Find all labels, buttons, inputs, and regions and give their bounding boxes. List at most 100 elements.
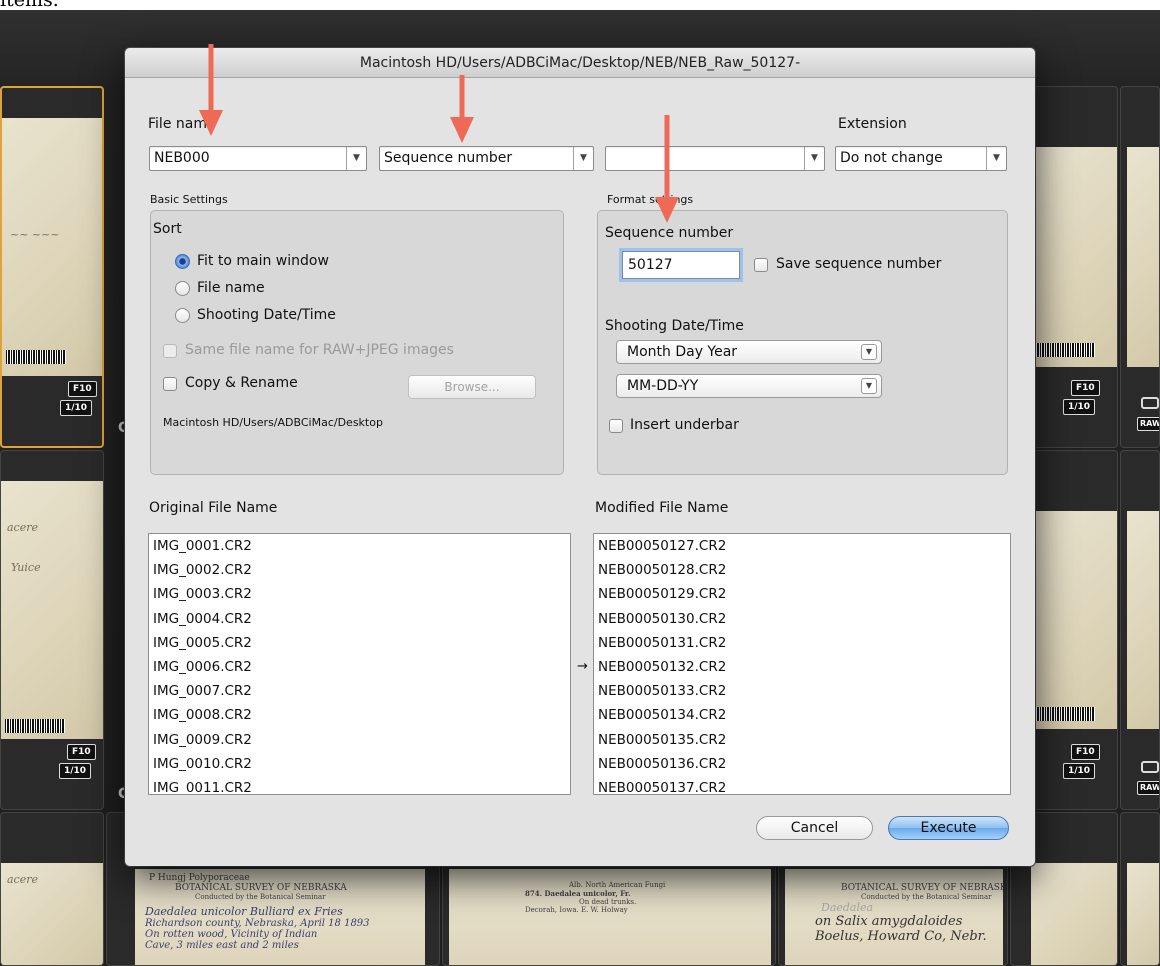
top-strip-text: items.	[0, 0, 59, 10]
insert-underbar-label: Insert underbar	[630, 417, 739, 433]
label-handwriting: On rotten wood, Vicinity of Indian	[145, 929, 318, 940]
thumbnail-image: acere Yuice	[1, 481, 103, 739]
thumbnail-cell[interactable]	[1120, 812, 1160, 966]
sort-radio-file-name[interactable]	[175, 281, 190, 296]
thumbnail-image: BOTANICAL SURVEY OF NEBRASKA Conducted b…	[785, 869, 1003, 965]
list-item[interactable]: IMG_0006.CR2	[149, 655, 570, 679]
combo-value: Do not change	[840, 150, 943, 166]
thumbnail-image	[1127, 511, 1159, 729]
list-item[interactable]: IMG_0001.CR2	[149, 534, 570, 558]
list-item[interactable]: IMG_0007.CR2	[149, 679, 570, 703]
basic-settings-group: Sort Fit to main window File name Shooti…	[150, 210, 564, 475]
modified-file-name-header: Modified File Name	[595, 500, 729, 516]
shooting-date-label: Shooting Date/Time	[605, 318, 744, 334]
list-item[interactable]: IMG_0010.CR2	[149, 752, 570, 776]
thumbnail-image: acere	[1, 863, 103, 965]
format-tag: F10	[1071, 380, 1100, 396]
extension-combo[interactable]: Do not change ▼	[835, 146, 1007, 171]
camera-icon	[1141, 397, 1159, 409]
extension-label: Extension	[838, 116, 907, 132]
label-handwriting: Cave, 3 miles east and 2 miles	[145, 940, 299, 951]
dropdown-arrow-icon[interactable]: ▼	[804, 147, 824, 170]
thumbnail-image: Alb. North American Fungi 874. Daedalea …	[449, 869, 771, 965]
list-item[interactable]: NEB00050136.CR2	[594, 752, 1010, 776]
file-name-prefix-combo[interactable]: NEB000 ▼	[149, 146, 367, 171]
label-handwriting: Boelus, Howard Co, Nebr.	[815, 929, 987, 944]
dropdown-arrow-icon[interactable]: ▼	[986, 147, 1006, 170]
label-line: BOTANICAL SURVEY OF NEBRASKA	[841, 883, 1003, 893]
list-item[interactable]: NEB00050127.CR2	[594, 534, 1010, 558]
format-settings-label: Format settings	[607, 193, 694, 206]
file-name-suffix-combo[interactable]: ▼	[605, 146, 825, 171]
thumbnail-image	[1031, 511, 1117, 729]
raw-tag: RAW	[1137, 781, 1159, 795]
dialog-title: Macintosh HD/Users/ADBCiMac/Desktop/NEB/…	[125, 48, 1035, 78]
shutter-tag: 1/10	[1063, 763, 1096, 779]
list-item[interactable]: IMG_0002.CR2	[149, 558, 570, 582]
barcode	[5, 719, 65, 733]
shutter-tag: 1/10	[1063, 399, 1096, 415]
list-item[interactable]: NEB00050135.CR2	[594, 728, 1010, 752]
format-tag: F10	[68, 381, 97, 397]
list-item[interactable]: IMG_0009.CR2	[149, 728, 570, 752]
date-order-popup[interactable]: Month Day Year ▼	[616, 340, 882, 364]
list-item[interactable]: NEB00050129.CR2	[594, 582, 1010, 606]
thumbnail-cell[interactable]: acere	[0, 812, 104, 966]
list-item[interactable]: NEB00050128.CR2	[594, 558, 1010, 582]
list-item[interactable]: IMG_0005.CR2	[149, 631, 570, 655]
modified-file-list[interactable]: NEB00050127.CR2 NEB00050128.CR2 NEB00050…	[593, 533, 1011, 795]
thumbnail-cell[interactable]: ~~ ~~~ F10 1/10	[0, 86, 104, 448]
sequence-number-input[interactable]: 50127	[622, 251, 740, 279]
list-item[interactable]: NEB00050131.CR2	[594, 631, 1010, 655]
thumbnail-cell[interactable]: acere Yuice F10 1/10	[0, 450, 104, 810]
file-name-sequence-combo[interactable]: Sequence number ▼	[379, 146, 594, 171]
label-line: P Hungj Polyporaceae	[149, 873, 250, 883]
thumbnail-image	[1031, 863, 1117, 965]
list-item[interactable]: IMG_0008.CR2	[149, 703, 570, 727]
format-settings-group: Sequence number 50127 Save sequence numb…	[597, 210, 1008, 475]
original-file-name-header: Original File Name	[149, 500, 278, 516]
list-item[interactable]: NEB00050130.CR2	[594, 607, 1010, 631]
execute-button[interactable]: Execute	[888, 816, 1009, 840]
label-handwriting: on Salix amygdaloides	[815, 914, 963, 929]
popup-arrow-icon: ▼	[861, 378, 877, 394]
barcode	[1035, 343, 1095, 357]
list-item[interactable]: NEB00050133.CR2	[594, 679, 1010, 703]
insert-underbar-checkbox[interactable]	[609, 419, 623, 433]
shutter-tag: 1/10	[60, 400, 93, 416]
label-handwriting: Daedalea unicolor Bulliard ex Fries	[145, 905, 343, 918]
combo-value: NEB000	[154, 150, 210, 166]
browse-button[interactable]: Browse...	[408, 375, 536, 399]
list-item[interactable]: IMG_0004.CR2	[149, 607, 570, 631]
original-file-list[interactable]: IMG_0001.CR2 IMG_0002.CR2 IMG_0003.CR2 I…	[148, 533, 571, 795]
thumbnail-image	[1031, 147, 1117, 367]
same-file-name-checkbox[interactable]	[163, 344, 177, 358]
thumbnail-handwriting: Yuice	[11, 561, 41, 574]
label-line: On dead trunks.	[579, 898, 637, 906]
dropdown-arrow-icon[interactable]: ▼	[573, 147, 593, 170]
list-item[interactable]: NEB00050132.CR2	[594, 655, 1010, 679]
list-item[interactable]: IMG_0003.CR2	[149, 582, 570, 606]
list-item[interactable]: NEB00050134.CR2	[594, 703, 1010, 727]
date-format-popup[interactable]: MM-DD-YY ▼	[616, 374, 882, 398]
sort-radio-fit-window[interactable]	[175, 254, 190, 269]
thumbnail-cell[interactable]: RAW	[1120, 86, 1160, 448]
thumbnail-image	[1127, 863, 1159, 965]
list-item[interactable]: IMG_0011.CR2	[149, 776, 570, 794]
save-sequence-checkbox[interactable]	[754, 258, 768, 272]
copy-rename-checkbox[interactable]	[163, 377, 177, 391]
label-line: Decorah, Iowa. E. W. Holway	[525, 906, 628, 914]
rename-dialog: Macintosh HD/Users/ADBCiMac/Desktop/NEB/…	[125, 48, 1035, 866]
format-tag: F10	[1071, 744, 1100, 760]
sort-radio-shooting-date[interactable]	[175, 308, 190, 323]
top-text-strip: items.	[0, 0, 1160, 10]
dropdown-arrow-icon[interactable]: ▼	[346, 147, 366, 170]
save-sequence-label: Save sequence number	[776, 256, 942, 272]
list-item[interactable]: NEB00050137.CR2	[594, 776, 1010, 794]
thumbnail-cell[interactable]: RAW	[1120, 450, 1160, 810]
thumbnail-image: P Hungj Polyporaceae BOTANICAL SURVEY OF…	[135, 869, 425, 965]
label-handwriting: Daedalea	[821, 901, 874, 914]
format-tag: F10	[67, 744, 96, 760]
basic-settings-label: Basic Settings	[150, 193, 228, 206]
cancel-button[interactable]: Cancel	[756, 816, 873, 840]
